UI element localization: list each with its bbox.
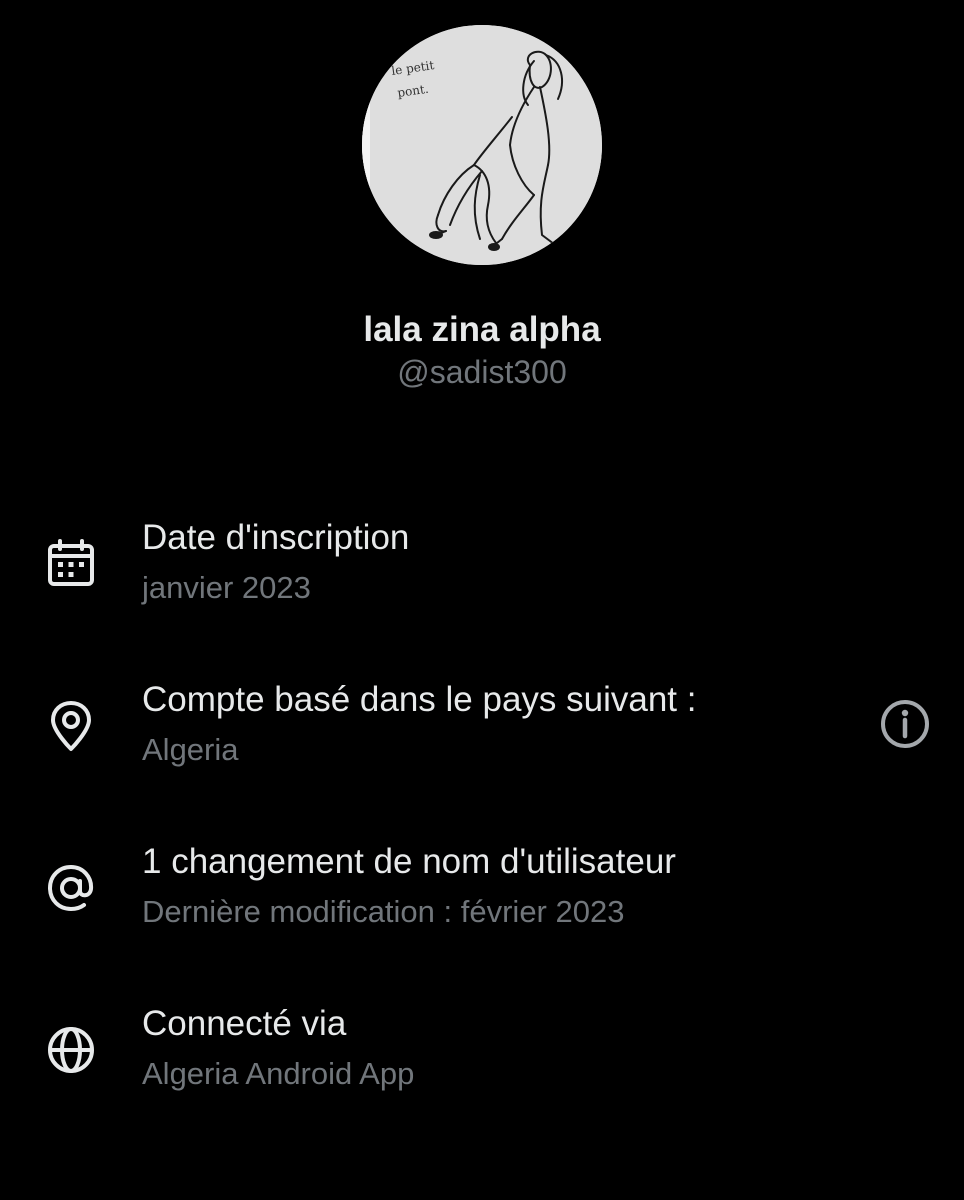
connected-via-value: Algeria Android App	[142, 1056, 415, 1091]
username-last-change: Dernière modification : février 2023	[142, 894, 625, 929]
display-name: lala zina alpha	[363, 310, 601, 349]
info-icon[interactable]	[878, 697, 932, 751]
account-country-row: Compte basé dans le pays suivant : Alger…	[0, 679, 964, 789]
avatar-sketch-image: le petit pont.	[362, 25, 602, 265]
join-date-value: janvier 2023	[142, 570, 311, 605]
globe-icon	[44, 1023, 98, 1077]
calendar-icon	[44, 537, 98, 591]
username-handle: @sadist300	[397, 354, 567, 390]
at-sign-icon	[44, 861, 98, 915]
connected-via-label: Connecté via	[142, 1004, 347, 1043]
avatar[interactable]: le petit pont.	[362, 25, 602, 265]
connected-via-row: Connecté via Algeria Android App	[0, 1003, 964, 1113]
account-country-label: Compte basé dans le pays suivant :	[142, 680, 697, 719]
username-changes-label: 1 changement de nom d'utilisateur	[142, 842, 676, 881]
account-info-screen: le petit pont. lala zina alpha @sadist30…	[0, 0, 964, 1200]
username-changes-row: 1 changement de nom d'utilisateur Derniè…	[0, 841, 964, 951]
join-date-label: Date d'inscription	[142, 518, 410, 557]
join-date-row: Date d'inscription janvier 2023	[0, 517, 964, 627]
account-country-value: Algeria	[142, 732, 239, 767]
location-pin-icon	[44, 699, 98, 753]
